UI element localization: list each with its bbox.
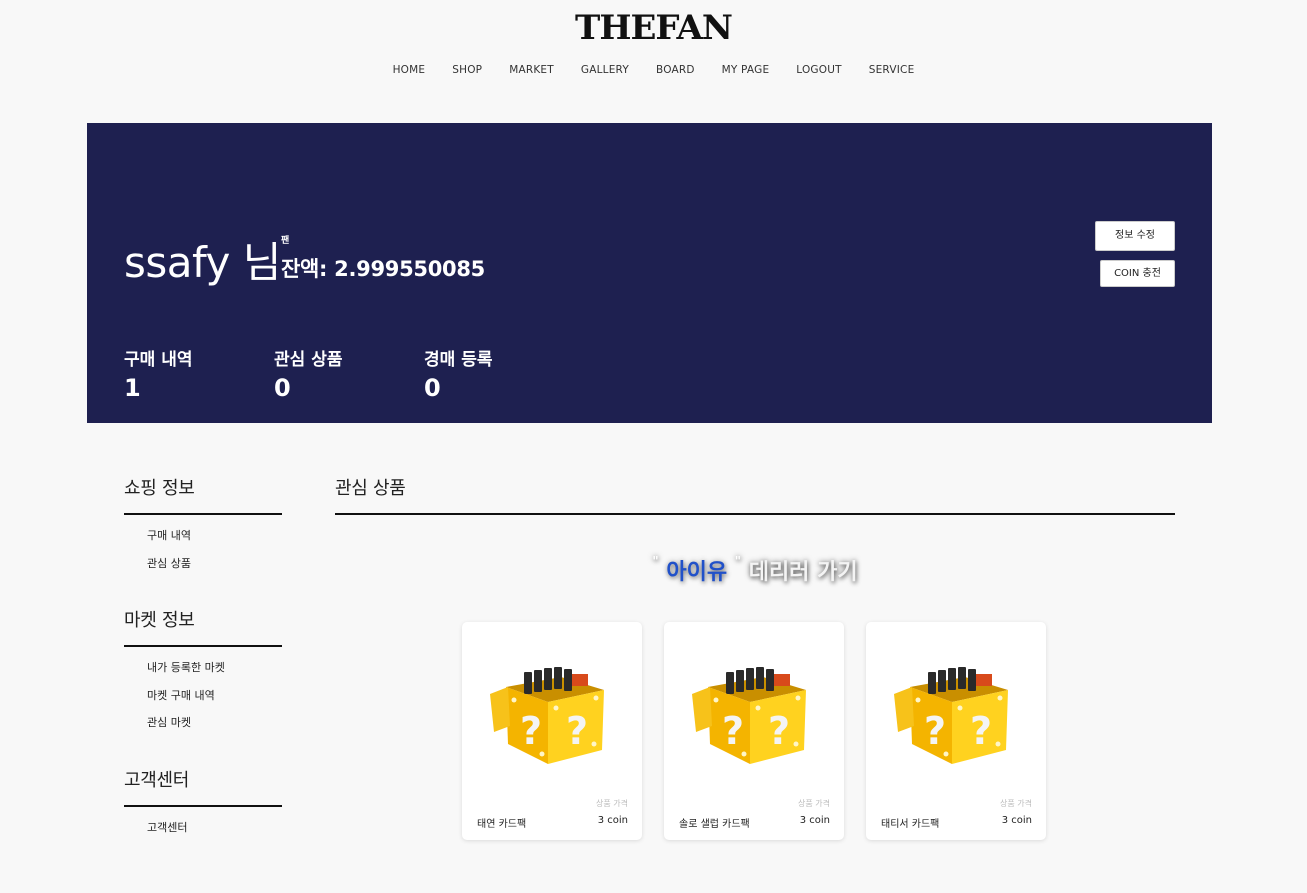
stat-purchases[interactable]: 구매 내역 1 [124,345,274,402]
mypage-sidebar: 쇼핑 정보 구매 내역 관심 상품 마켓 정보 내가 등록한 마켓 마켓 구매 … [124,474,282,870]
open-quote: " [652,554,659,568]
site-logo[interactable]: THEFAN [0,8,1307,48]
price-label: 상품 가격 [1000,799,1032,808]
product-card[interactable]: ? ? 상품 가격 태연 카드팩 3 coin [462,622,642,840]
sidebar-group-title: 쇼핑 정보 [124,474,282,515]
sidebar-group-title: 마켓 정보 [124,606,282,647]
nav-shop[interactable]: SHOP [439,64,496,76]
coin-charge-button[interactable]: COIN 충전 [1100,260,1175,287]
product-card[interactable]: ? ? 상품 가격 솔로 샐럽 카드팩 3 coin [664,622,844,840]
wishlist-section: 관심 상품 " 아이유 " 데리러 가기 ? ? 상품 가격 태연 카드팩 3 … [335,474,1175,840]
promo-text: 데리러 가기 [748,560,858,585]
stat-label: 관심 상품 [274,350,343,370]
price-label: 상품 가격 [596,799,628,808]
profile-banner: ssafy 님 팬 잔액: 2.999550085 정보 수정 COIN 충전 … [87,123,1212,423]
section-title: 관심 상품 [335,474,1175,515]
stat-label: 구매 내역 [124,350,193,370]
stat-label: 경매 등록 [424,350,493,370]
artist-promo-link[interactable]: " 아이유 " 데리러 가기 [335,554,1175,586]
sidebar-group-shopping: 쇼핑 정보 구매 내역 관심 상품 [124,474,282,582]
sidebar-group-market: 마켓 정보 내가 등록한 마켓 마켓 구매 내역 관심 마켓 [124,606,282,742]
sidebar-item-my-market[interactable]: 내가 등록한 마켓 [147,659,282,687]
nav-service[interactable]: SERVICE [855,64,928,76]
svg-text:?: ? [924,709,946,753]
nav-board[interactable]: BOARD [642,64,708,76]
main-nav: HOME SHOP MARKET GALLERY BOARD MY PAGE L… [0,64,1307,76]
product-price: 3 coin [1001,815,1032,826]
svg-text:?: ? [722,709,744,753]
stat-wishlist[interactable]: 관심 상품 0 [274,345,424,402]
edit-profile-button[interactable]: 정보 수정 [1095,221,1175,251]
close-quote: " [734,554,742,568]
product-name: 태티서 카드팩 [881,819,940,830]
price-label: 상품 가격 [798,799,830,808]
stat-value: 0 [274,374,291,402]
sidebar-group-support: 고객센터 고객센터 [124,766,282,847]
nav-gallery[interactable]: GALLERY [567,64,642,76]
nav-logout[interactable]: LOGOUT [783,64,855,76]
mystery-box-icon: ? ? [490,667,604,764]
product-card[interactable]: ? ? 상품 가격 태티서 카드팩 3 coin [866,622,1046,840]
product-grid: ? ? 상품 가격 태연 카드팩 3 coin ? ? 상품 가격 솔로 샐럽 … [462,622,1046,840]
coin-balance: 잔액: 2.999550085 [281,257,485,281]
product-price: 3 coin [597,815,628,826]
stat-value: 0 [424,374,441,402]
mystery-box-icon: ? ? [894,667,1008,764]
sidebar-item-purchase-history[interactable]: 구매 내역 [147,527,282,555]
user-grade-badge: 팬 [281,236,290,246]
artist-name: 아이유 [666,560,728,585]
stat-auctions[interactable]: 경매 등록 0 [424,345,574,402]
sidebar-group-title: 고객센터 [124,766,282,807]
sidebar-item-wishlist[interactable]: 관심 상품 [147,555,282,583]
profile-stats: 구매 내역 1 관심 상품 0 경매 등록 0 [124,345,574,402]
sidebar-item-market-purchases[interactable]: 마켓 구매 내역 [147,687,282,715]
username: ssafy 님 [124,238,281,287]
svg-text:?: ? [970,709,992,753]
svg-text:?: ? [768,709,790,753]
product-name: 태연 카드팩 [477,819,527,830]
product-price: 3 coin [799,815,830,826]
product-name: 솔로 샐럽 카드팩 [679,819,750,830]
svg-text:?: ? [566,709,588,753]
svg-text:?: ? [520,709,542,753]
sidebar-item-favorite-market[interactable]: 관심 마켓 [147,714,282,742]
mystery-box-icon: ? ? [692,667,806,764]
nav-market[interactable]: MARKET [496,64,568,76]
sidebar-item-customer-center[interactable]: 고객센터 [147,819,282,847]
stat-value: 1 [124,374,141,402]
nav-my-page[interactable]: MY PAGE [708,64,783,76]
nav-home[interactable]: HOME [379,64,439,76]
